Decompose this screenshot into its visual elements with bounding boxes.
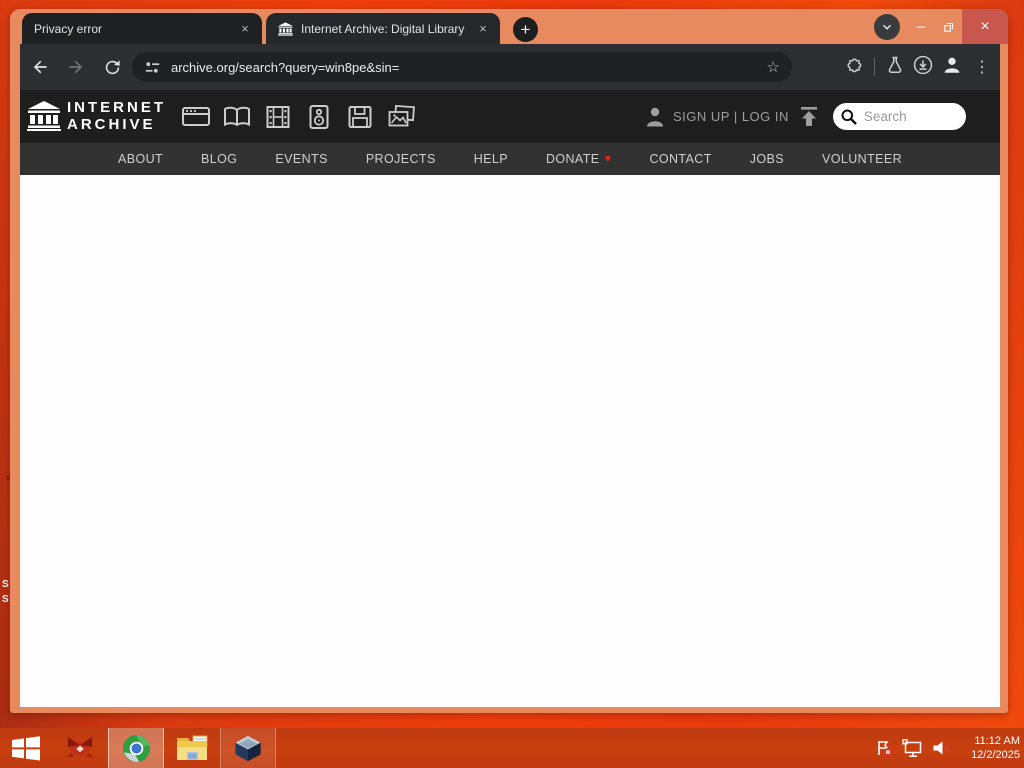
page-content-blank xyxy=(20,175,1000,707)
upload-icon[interactable] xyxy=(797,106,821,127)
new-tab-button[interactable]: + xyxy=(513,17,538,42)
nav-blog[interactable]: BLOG xyxy=(201,152,237,166)
back-icon xyxy=(33,60,47,74)
tab-close-icon[interactable]: × xyxy=(236,20,254,38)
archive-wordmark[interactable]: INTERNET ARCHIVE xyxy=(67,99,166,134)
media-video-icon[interactable] xyxy=(264,90,292,143)
media-audio-icon[interactable] xyxy=(305,90,333,143)
nav-help[interactable]: HELP xyxy=(474,152,508,166)
windows-logo-icon xyxy=(12,735,40,760)
flask-icon xyxy=(888,56,902,73)
tab-close-icon[interactable]: × xyxy=(474,20,492,38)
download-icon xyxy=(913,55,933,74)
address-bar[interactable]: archive.org/search?query=win8pe&sin= ☆ xyxy=(132,52,792,82)
bookmark-star-icon[interactable]: ☆ xyxy=(767,60,780,75)
minimize-button[interactable]: – xyxy=(908,9,934,44)
browser-toolbar: archive.org/search?query=win8pe&sin= ☆ ⋮ xyxy=(20,44,1000,90)
downloads-button[interactable] xyxy=(912,54,934,81)
media-texts-icon[interactable] xyxy=(223,90,251,143)
forward-icon xyxy=(69,60,83,74)
file-explorer-icon xyxy=(176,735,207,760)
labs-button[interactable] xyxy=(885,55,905,80)
desktop-icon-label-fragment: S xyxy=(2,579,9,590)
archive-favicon-icon xyxy=(278,21,293,36)
desktop: s S S Privacy error × Internet Archive: … xyxy=(0,0,1024,768)
taskbar-virtualbox-button[interactable] xyxy=(220,728,276,768)
clock-date: 12/2/2025 xyxy=(971,749,1020,761)
nav-volunteer[interactable]: VOLUNTEER xyxy=(822,152,902,166)
reload-button[interactable] xyxy=(100,55,124,79)
taskbar: 11:12 AM 12/2/2025 xyxy=(0,728,1024,768)
nav-projects[interactable]: PROJECTS xyxy=(366,152,436,166)
network-display-icon[interactable] xyxy=(902,738,923,758)
extensions-button[interactable] xyxy=(844,55,864,80)
browser-titlebar[interactable]: Privacy error × Internet Archive: Digita… xyxy=(10,9,1008,44)
toolbar-divider xyxy=(874,58,875,76)
taskbar-file-explorer-button[interactable] xyxy=(164,728,220,768)
start-button[interactable] xyxy=(0,728,52,768)
archive-search-box[interactable] xyxy=(832,103,966,130)
tab-title: Privacy error xyxy=(34,21,103,36)
restore-button[interactable] xyxy=(936,9,962,44)
system-tray: 11:12 AM 12/2/2025 xyxy=(875,728,1020,768)
nav-donate-label: DONATE xyxy=(545,152,600,166)
browser-menu-button[interactable]: ⋮ xyxy=(970,57,994,77)
chromium-green-icon xyxy=(122,734,150,762)
back-button[interactable] xyxy=(28,55,52,79)
archive-header: INTERNET ARCHIVE SIGN UP | LOG IN Search xyxy=(20,90,1000,143)
search-icon xyxy=(841,109,857,125)
media-web-icon[interactable] xyxy=(182,90,210,143)
action-center-flag-icon[interactable] xyxy=(875,739,893,757)
archive-nav: ABOUT BLOG EVENTS PROJECTS HELP DONATE ♥ … xyxy=(20,143,1000,175)
reload-icon xyxy=(105,59,120,74)
media-images-icon[interactable] xyxy=(387,90,415,143)
media-type-row xyxy=(182,90,415,143)
nav-contact[interactable]: CONTACT xyxy=(649,152,711,166)
archive-search-input[interactable] xyxy=(861,108,948,125)
nav-jobs[interactable]: JOBS xyxy=(750,152,784,166)
url-text[interactable]: archive.org/search?query=win8pe&sin= xyxy=(171,60,767,75)
desktop-icon-label-fragment: S xyxy=(2,594,9,605)
virtualbox-cube-icon xyxy=(235,735,261,761)
browser-window: Privacy error × Internet Archive: Digita… xyxy=(10,9,1008,713)
taskbar-clock[interactable]: 11:12 AM 12/2/2025 xyxy=(962,734,1020,763)
volume-muted-icon[interactable] xyxy=(932,740,951,756)
red-x-app-icon xyxy=(65,736,95,758)
toolbar-actions: ⋮ xyxy=(844,44,994,90)
profile-avatar-icon xyxy=(944,57,960,73)
signup-login-link[interactable]: SIGN UP | LOG IN xyxy=(673,109,789,124)
taskbar-browser-button[interactable] xyxy=(108,728,164,768)
nav-events[interactable]: EVENTS xyxy=(275,152,327,166)
person-icon xyxy=(647,107,663,127)
wordmark-line1: INTERNET xyxy=(67,99,166,116)
clock-time: 11:12 AM xyxy=(974,734,1020,747)
nav-donate[interactable]: DONATE ♥ xyxy=(546,152,612,166)
extensions-puzzle-icon xyxy=(847,58,862,72)
wordmark-line2: ARCHIVE xyxy=(67,116,156,134)
heart-icon: ♥ xyxy=(604,153,612,165)
browser-content: archive.org/search?query=win8pe&sin= ☆ ⋮… xyxy=(20,44,1000,707)
nav-about[interactable]: ABOUT xyxy=(118,152,163,166)
restore-icon xyxy=(944,22,954,32)
archive-header-right: SIGN UP | LOG IN xyxy=(645,90,966,143)
tab-title: Internet Archive: Digital Library xyxy=(301,21,465,36)
tab-internet-archive[interactable]: Internet Archive: Digital Library × xyxy=(266,13,500,44)
site-settings-icon[interactable] xyxy=(144,59,161,76)
forward-button[interactable] xyxy=(64,55,88,79)
archive-logo-icon[interactable] xyxy=(27,100,61,137)
tab-privacy-error[interactable]: Privacy error × xyxy=(22,13,262,44)
media-software-icon[interactable] xyxy=(346,90,374,143)
taskbar-red-app-button[interactable] xyxy=(52,728,108,768)
chevron-down-icon xyxy=(883,24,891,30)
profile-button[interactable] xyxy=(941,54,963,81)
close-window-button[interactable]: × xyxy=(962,9,1008,44)
tab-search-button[interactable] xyxy=(874,14,900,40)
